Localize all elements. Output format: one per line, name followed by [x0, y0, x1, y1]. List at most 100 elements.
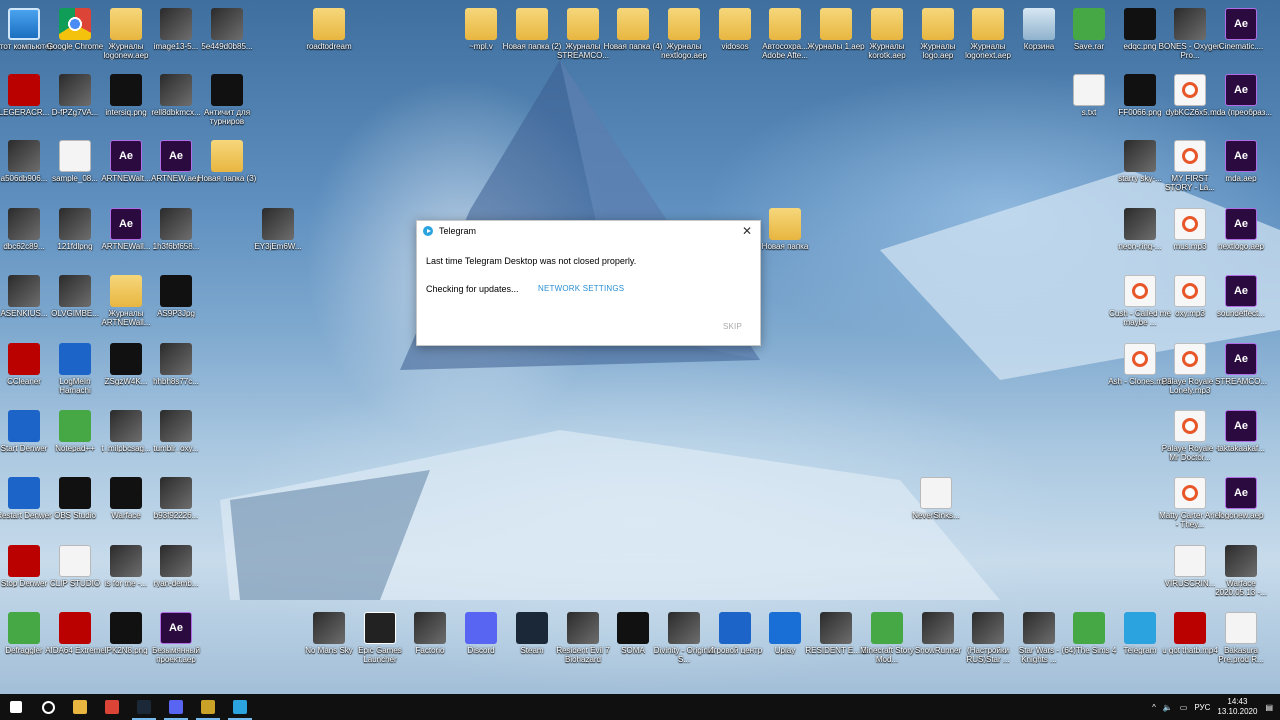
desktop-icon[interactable]: Журналы logonew.aep — [101, 8, 151, 60]
desktop-icon[interactable]: Ae STREAMCO... — [1215, 343, 1267, 386]
desktop-icon[interactable]: Epic Games Launcher — [355, 612, 405, 664]
desktop-icon[interactable]: Ae Безымянный проект.aep — [151, 612, 201, 664]
desktop-icon[interactable]: image13-5... — [151, 8, 201, 51]
desktop-icon[interactable]: dybKCZ6x5... — [1165, 74, 1215, 117]
skip-button[interactable]: SKIP — [723, 322, 742, 331]
desktop-icon[interactable]: Новая папка (4) — [604, 8, 662, 51]
desktop-icon[interactable]: rell8dbkmcx... — [151, 74, 201, 117]
taskbar-start-button[interactable] — [0, 694, 32, 720]
desktop-icon[interactable]: 1h3f6bf658... — [151, 208, 201, 251]
desktop-icon[interactable]: Steam — [507, 612, 557, 655]
desktop-icon[interactable]: ASENKIUS... — [0, 275, 49, 318]
taskbar-explorer-button[interactable] — [64, 694, 96, 720]
desktop-icon[interactable]: LogMeIn Hamachi — [50, 343, 100, 395]
desktop-icon[interactable]: Ae ARTNEW.aep — [151, 140, 201, 183]
desktop-icon[interactable]: Palaye Royale - Lonely.mp3 — [1162, 343, 1218, 395]
desktop-icon[interactable]: sample_08... — [50, 140, 100, 183]
desktop-icon[interactable]: Журналы 1.aep — [807, 8, 865, 51]
notifications-icon[interactable]: ▤ — [1265, 703, 1273, 712]
desktop-icon[interactable]: Журналы logonext.aep — [963, 8, 1013, 60]
desktop-icon[interactable]: (64)The Sims 4 — [1062, 612, 1116, 655]
desktop-icon[interactable]: Ae nextlogo.aep — [1216, 208, 1266, 251]
desktop-icon[interactable]: Новая папка (2) — [503, 8, 561, 51]
desktop-icon[interactable]: Античит для турниров — [202, 74, 252, 126]
desktop-icon[interactable]: BONES - Oxygen Pro... — [1159, 8, 1221, 60]
desktop-icon[interactable]: Журналы korotk.aep — [862, 8, 912, 60]
taskbar-search-button[interactable] — [32, 694, 64, 720]
desktop-icon[interactable]: SOMA — [608, 612, 658, 655]
desktop-icon[interactable]: CCleaner — [0, 343, 49, 386]
desktop-icon[interactable]: roadtodream — [304, 8, 354, 51]
desktop-icon[interactable]: u got thatb.mp4 — [1162, 612, 1218, 655]
desktop-icon[interactable]: s.txt — [1064, 74, 1114, 117]
chevron-up-icon[interactable]: ^ — [1152, 703, 1156, 712]
desktop-icon[interactable]: Star Wars - Knights ... — [1014, 612, 1064, 664]
desktop-icon[interactable]: Start Denwer — [0, 410, 49, 453]
desktop-icon[interactable]: Журналы ARTNEWall... — [101, 275, 151, 327]
desktop-icon[interactable]: Divinity - Original S... — [654, 612, 714, 664]
desktop-icon[interactable]: Matty Carter Ariel - They... — [1159, 477, 1221, 529]
desktop-icon[interactable]: (Настройки RUS)Star ... — [963, 612, 1013, 664]
network-settings-button[interactable]: NETWORK SETTINGS — [538, 284, 624, 293]
desktop-icon[interactable]: OBS Studio — [50, 477, 100, 520]
taskbar-warface-button[interactable] — [192, 694, 224, 720]
desktop-icon[interactable]: Warface 2020.05.13 -... — [1215, 545, 1267, 597]
desktop-icon[interactable]: Restart Denwer — [0, 477, 52, 520]
desktop-icon[interactable]: Этот компьютер — [0, 8, 54, 51]
desktop-icon[interactable]: Cush - Called me maybe ... — [1109, 275, 1171, 327]
desktop-icon[interactable]: Новая папка (3) — [198, 140, 256, 183]
desktop-icon[interactable]: NeverSinks... — [911, 477, 961, 520]
desktop-icon[interactable]: VIRUSCRIN... — [1165, 545, 1215, 588]
desktop-icon[interactable]: Ae taktakaakaf... — [1216, 410, 1266, 453]
desktop-icon[interactable]: Ae Cinematic.... — [1216, 8, 1266, 51]
desktop-icon[interactable]: hhbh8s77c... — [151, 343, 201, 386]
desktop-icon[interactable]: No Mans Sky — [304, 612, 354, 655]
desktop-icon[interactable]: ryan-demb... — [151, 545, 201, 588]
desktop-icon[interactable]: ~mpl.v — [456, 8, 506, 51]
desktop-icon[interactable]: Google Chrome — [47, 8, 103, 51]
desktop-icon[interactable]: tumblr_oxy... — [151, 410, 201, 453]
volume-icon[interactable]: 🔈 — [1163, 703, 1173, 712]
taskbar-discord-button[interactable] — [160, 694, 192, 720]
desktop-icon[interactable]: LEGERACR... — [0, 74, 49, 117]
desktop-icon[interactable]: Minecraft Story Mod... — [860, 612, 914, 664]
desktop-icon[interactable]: Ae mda (преобраз... — [1210, 74, 1272, 117]
desktop-icon[interactable]: dbc62c89... — [0, 208, 49, 251]
desktop-icon[interactable]: Discord — [456, 612, 506, 655]
desktop-icon[interactable]: OLVGIMBE... — [50, 275, 100, 318]
desktop-icon[interactable]: Bakasura Pre.prod R... — [1216, 612, 1266, 664]
taskbar-chrome-button[interactable] — [96, 694, 128, 720]
desktop-icon[interactable]: CLIP STUDIO — [50, 545, 100, 588]
taskbar-steam-button[interactable] — [128, 694, 160, 720]
desktop-icon[interactable]: 5e449d0b85... — [201, 8, 253, 51]
desktop-icon[interactable]: Palaye Royale - Mr Doctor... — [1162, 410, 1218, 462]
desktop-icon[interactable]: Ae soundeffect... — [1216, 275, 1266, 318]
language-indicator[interactable]: РУС — [1194, 703, 1210, 712]
desktop-icon[interactable]: Stop Denwer — [0, 545, 49, 588]
desktop-icon[interactable]: Save.rar — [1064, 8, 1114, 51]
taskbar-telegram-button[interactable] — [224, 694, 256, 720]
desktop-icon[interactable]: oxy.mp3 — [1165, 275, 1215, 318]
desktop-icon[interactable]: Журналы nextlogo.aep — [659, 8, 709, 60]
desktop-icon[interactable]: MY FIRST STORY - La... — [1165, 140, 1215, 192]
desktop-icon[interactable]: Defraggler — [0, 612, 49, 655]
network-icon[interactable]: ▭ — [1180, 703, 1188, 712]
desktop-icon[interactable]: D-fPZg7VA... — [50, 74, 100, 117]
desktop-icon[interactable]: b93f92226... — [151, 477, 201, 520]
desktop-icon[interactable]: Ae mda.aep — [1216, 140, 1266, 183]
desktop-icon[interactable]: Журналы STREAMCO... — [557, 8, 609, 60]
desktop-icon[interactable]: EY3jEm6W... — [253, 208, 303, 251]
desktop-icon[interactable]: 121fdlpng — [50, 208, 100, 251]
desktop-icon[interactable]: Notepad++ — [50, 410, 100, 453]
desktop-icon[interactable]: Ae logonew.aep — [1216, 477, 1266, 520]
desktop-icon[interactable]: AS9P3Jpg — [151, 275, 201, 318]
desktop-icon[interactable]: Factorio — [405, 612, 455, 655]
desktop-icon[interactable]: mus.mp3 — [1165, 208, 1215, 251]
desktop-icon[interactable]: Resident Evil 7 Biohazard — [556, 612, 610, 664]
desktop-icon[interactable]: Автосохра... Adobe Afte... — [760, 8, 810, 60]
close-icon[interactable]: ✕ — [740, 224, 754, 238]
desktop-icon[interactable]: Новая папка — [760, 208, 810, 251]
desktop-icon[interactable]: a506db906... — [0, 140, 49, 183]
clock[interactable]: 14:43 13.10.2020 — [1217, 697, 1257, 717]
desktop-icon[interactable]: Uplay — [760, 612, 810, 655]
